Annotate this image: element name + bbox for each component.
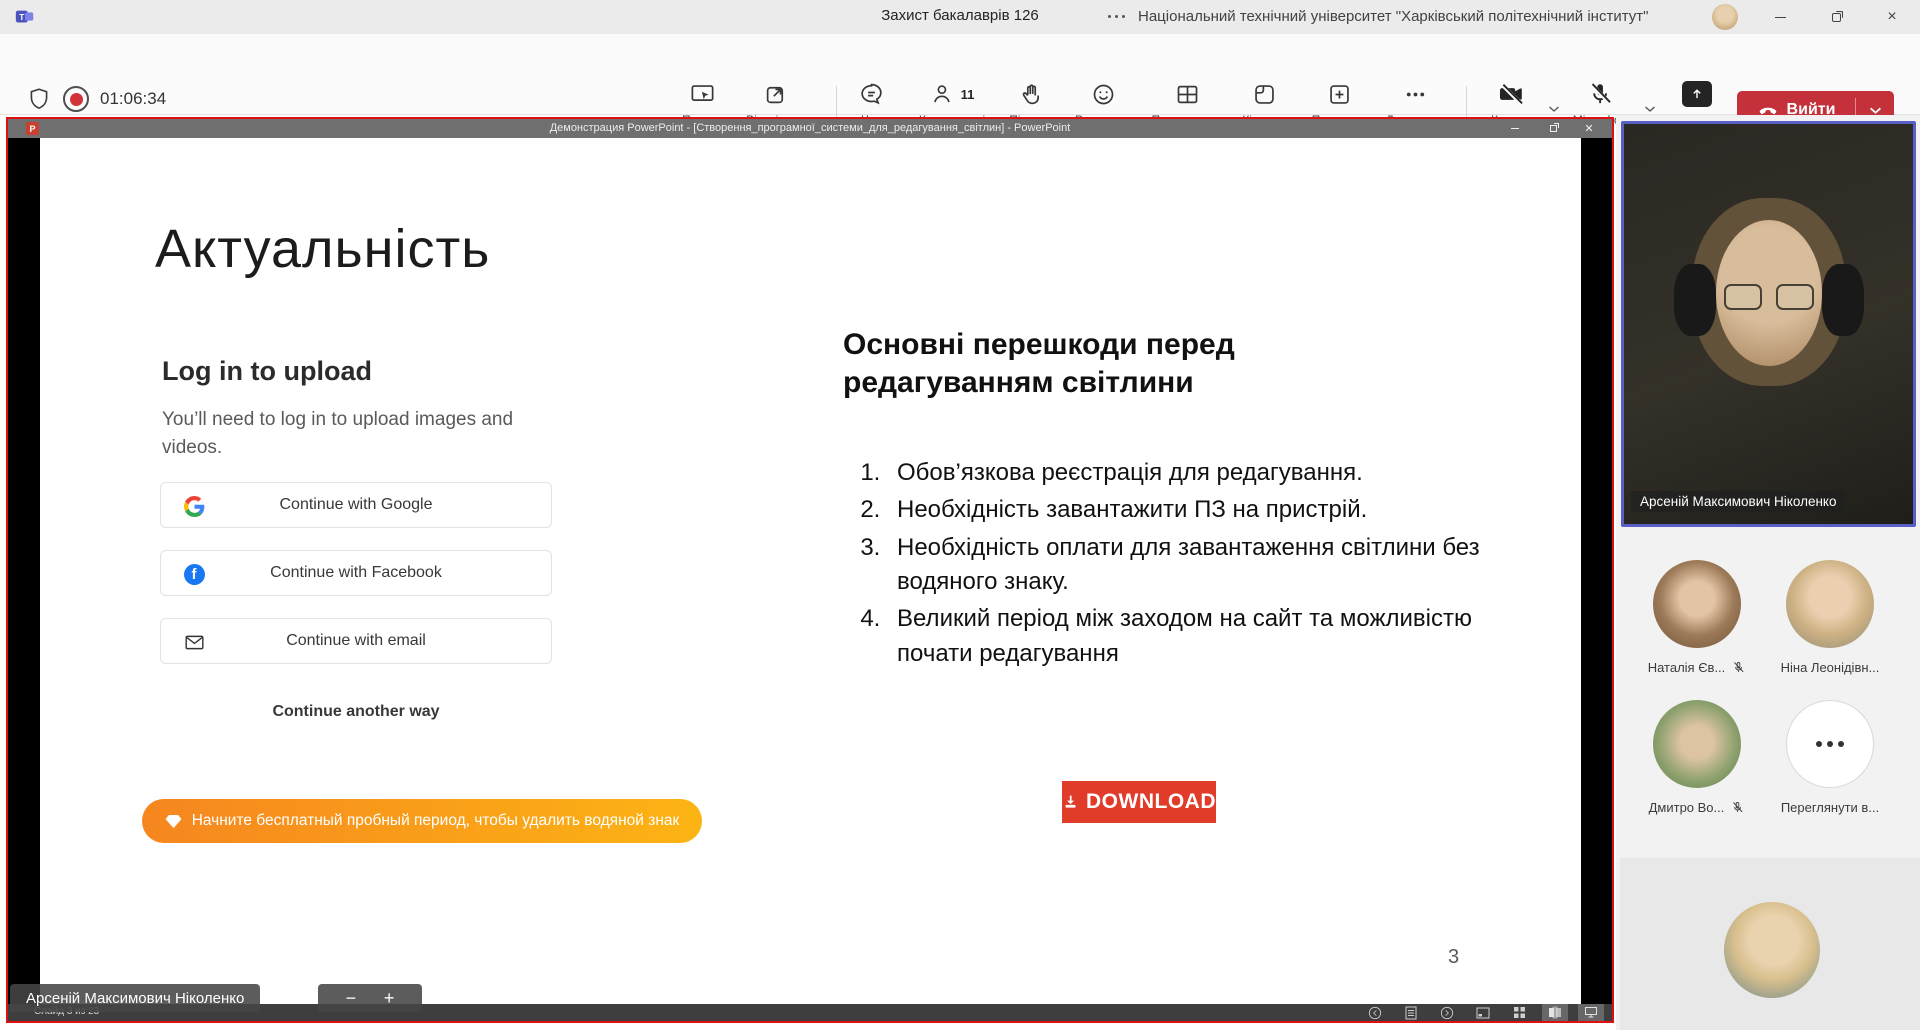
ppt-minimize-button[interactable] — [1498, 119, 1532, 138]
titlebar-more-icon[interactable] — [1108, 15, 1125, 18]
facebook-icon: f — [183, 563, 205, 585]
next-slide-icon[interactable] — [1434, 1004, 1460, 1021]
participant-label: Дмитро Во... — [1622, 800, 1772, 815]
slide-title: Актуальність — [155, 218, 490, 280]
google-icon — [183, 495, 205, 517]
participant-avatar — [1724, 902, 1820, 998]
share-zoom-controls: − + — [318, 984, 422, 1012]
zoom-in-button[interactable]: + — [384, 988, 395, 1009]
continue-google-label: Continue with Google — [280, 496, 433, 514]
trial-banner-label: Начните бесплатный пробный период, чтобы… — [192, 812, 680, 830]
participant-avatar[interactable] — [1653, 700, 1741, 788]
restore-button[interactable] — [1816, 0, 1856, 34]
participant-video-tile[interactable] — [1620, 858, 1920, 1030]
speaker-video-feed — [1624, 124, 1913, 524]
continue-another-way-link: Continue another way — [160, 703, 552, 721]
powerpoint-window-title: Демонстрация PowerPoint - [Створення_про… — [8, 122, 1612, 134]
see-all-slides-icon[interactable] — [1506, 1004, 1532, 1021]
obstacles-heading: Основні перешкоди перед редагуванням сві… — [843, 326, 1321, 402]
meeting-toolbar: 01:06:34 Почати Відкріпити — [0, 34, 1920, 115]
teams-meeting-window: T Захист бакалаврів 126 Національний тех… — [0, 0, 1920, 1030]
mic-off-icon — [1586, 80, 1614, 108]
present-screen-icon — [689, 80, 716, 108]
download-arrow-icon — [1062, 792, 1079, 812]
continue-facebook-label: Continue with Facebook — [270, 564, 442, 582]
slide-page-number: 3 — [1448, 946, 1459, 969]
popout-icon — [762, 80, 789, 108]
display-settings-icon[interactable] — [1578, 1004, 1604, 1021]
mic-off-icon — [1730, 800, 1745, 815]
speaker-name-label: Арсеній Максимович Ніколенко — [1631, 491, 1845, 512]
obstacle-item: Великий період між заходом на сайт та мо… — [887, 602, 1511, 671]
participants-sidebar: Арсеній Максимович Ніколенко Наталія Єв.… — [1616, 115, 1920, 1030]
zoom-out-button[interactable]: − — [346, 988, 357, 1009]
ppt-close-button[interactable]: ✕ — [1572, 119, 1606, 138]
leave-options-chevron-icon[interactable] — [1856, 106, 1894, 115]
download-image: DOWNLOAD — [1062, 781, 1216, 823]
rooms-icon — [1251, 80, 1278, 108]
camera-options-chevron-icon[interactable] — [1548, 100, 1560, 118]
active-speaker-video[interactable]: Арсеній Максимович Ніколенко — [1621, 121, 1916, 527]
recording-indicator-icon — [63, 86, 89, 112]
account-org-name: Національний технічний університет "Харк… — [1138, 8, 1704, 25]
continue-facebook-button: f Continue with Facebook — [160, 550, 552, 596]
view-grid-icon — [1174, 80, 1201, 108]
gem-icon — [165, 814, 182, 829]
obstacle-item: Обов’язкова реєстрація для редагування. — [887, 456, 1511, 490]
zoom-slide-icon[interactable] — [1542, 1004, 1568, 1021]
share-tray-icon — [1682, 80, 1712, 108]
obstacles-list: Обов’язкова реєстрація для редагування. … — [843, 456, 1511, 674]
security-shield-icon — [26, 85, 52, 113]
trial-banner: Начните бесплатный пробный период, чтобы… — [142, 799, 702, 843]
presenter-notes-icon[interactable] — [1398, 1004, 1424, 1021]
camera-off-icon — [1498, 80, 1526, 108]
view-more-participants-button[interactable] — [1786, 700, 1874, 788]
more-ellipsis-icon — [1402, 80, 1429, 108]
presenter-name-overlay: Арсеній Максимович Ніколенко — [10, 984, 260, 1012]
continue-google-button: Continue with Google — [160, 482, 552, 528]
email-icon — [183, 631, 205, 653]
download-label: DOWNLOAD — [1086, 790, 1216, 814]
react-smiley-icon — [1090, 80, 1117, 108]
participant-label: Переглянути в... — [1755, 800, 1905, 815]
apps-plus-icon — [1326, 80, 1353, 108]
titlebar: T Захист бакалаврів 126 Національний тех… — [0, 0, 1920, 34]
continue-email-button: Continue with email — [160, 618, 552, 664]
powerpoint-titlebar: P Демонстрация PowerPoint - [Створення_п… — [8, 119, 1612, 138]
minimize-button[interactable] — [1760, 0, 1800, 34]
ppt-restore-button[interactable] — [1536, 119, 1570, 138]
meeting-timer: 01:06:34 — [100, 89, 166, 109]
chat-icon — [858, 80, 885, 108]
account-avatar[interactable] — [1712, 4, 1738, 30]
raise-hand-icon — [1018, 80, 1045, 108]
close-button[interactable]: × — [1872, 0, 1912, 34]
obstacle-item: Необхідність оплати для завантаження сві… — [887, 531, 1511, 600]
login-subtext: You’ll need to log in to upload images a… — [162, 406, 534, 461]
participant-avatar[interactable] — [1653, 560, 1741, 648]
participant-avatar[interactable] — [1786, 560, 1874, 648]
continue-email-label: Continue with email — [286, 632, 426, 650]
pen-tools-icon[interactable] — [1470, 1004, 1496, 1021]
participants-count-badge: 11 — [961, 87, 975, 102]
obstacle-item: Необхідність завантажити ПЗ на пристрій. — [887, 493, 1511, 527]
participant-label: Наталія Єв... — [1622, 660, 1772, 675]
presentation-slide: Актуальність Log in to upload You’ll nee… — [40, 138, 1581, 1004]
participant-label: Ніна Леонідівн... — [1755, 660, 1905, 675]
mic-off-icon — [1731, 660, 1746, 675]
login-heading: Log in to upload — [162, 356, 372, 387]
people-icon — [930, 81, 956, 107]
previous-slide-icon[interactable] — [1362, 1004, 1388, 1021]
